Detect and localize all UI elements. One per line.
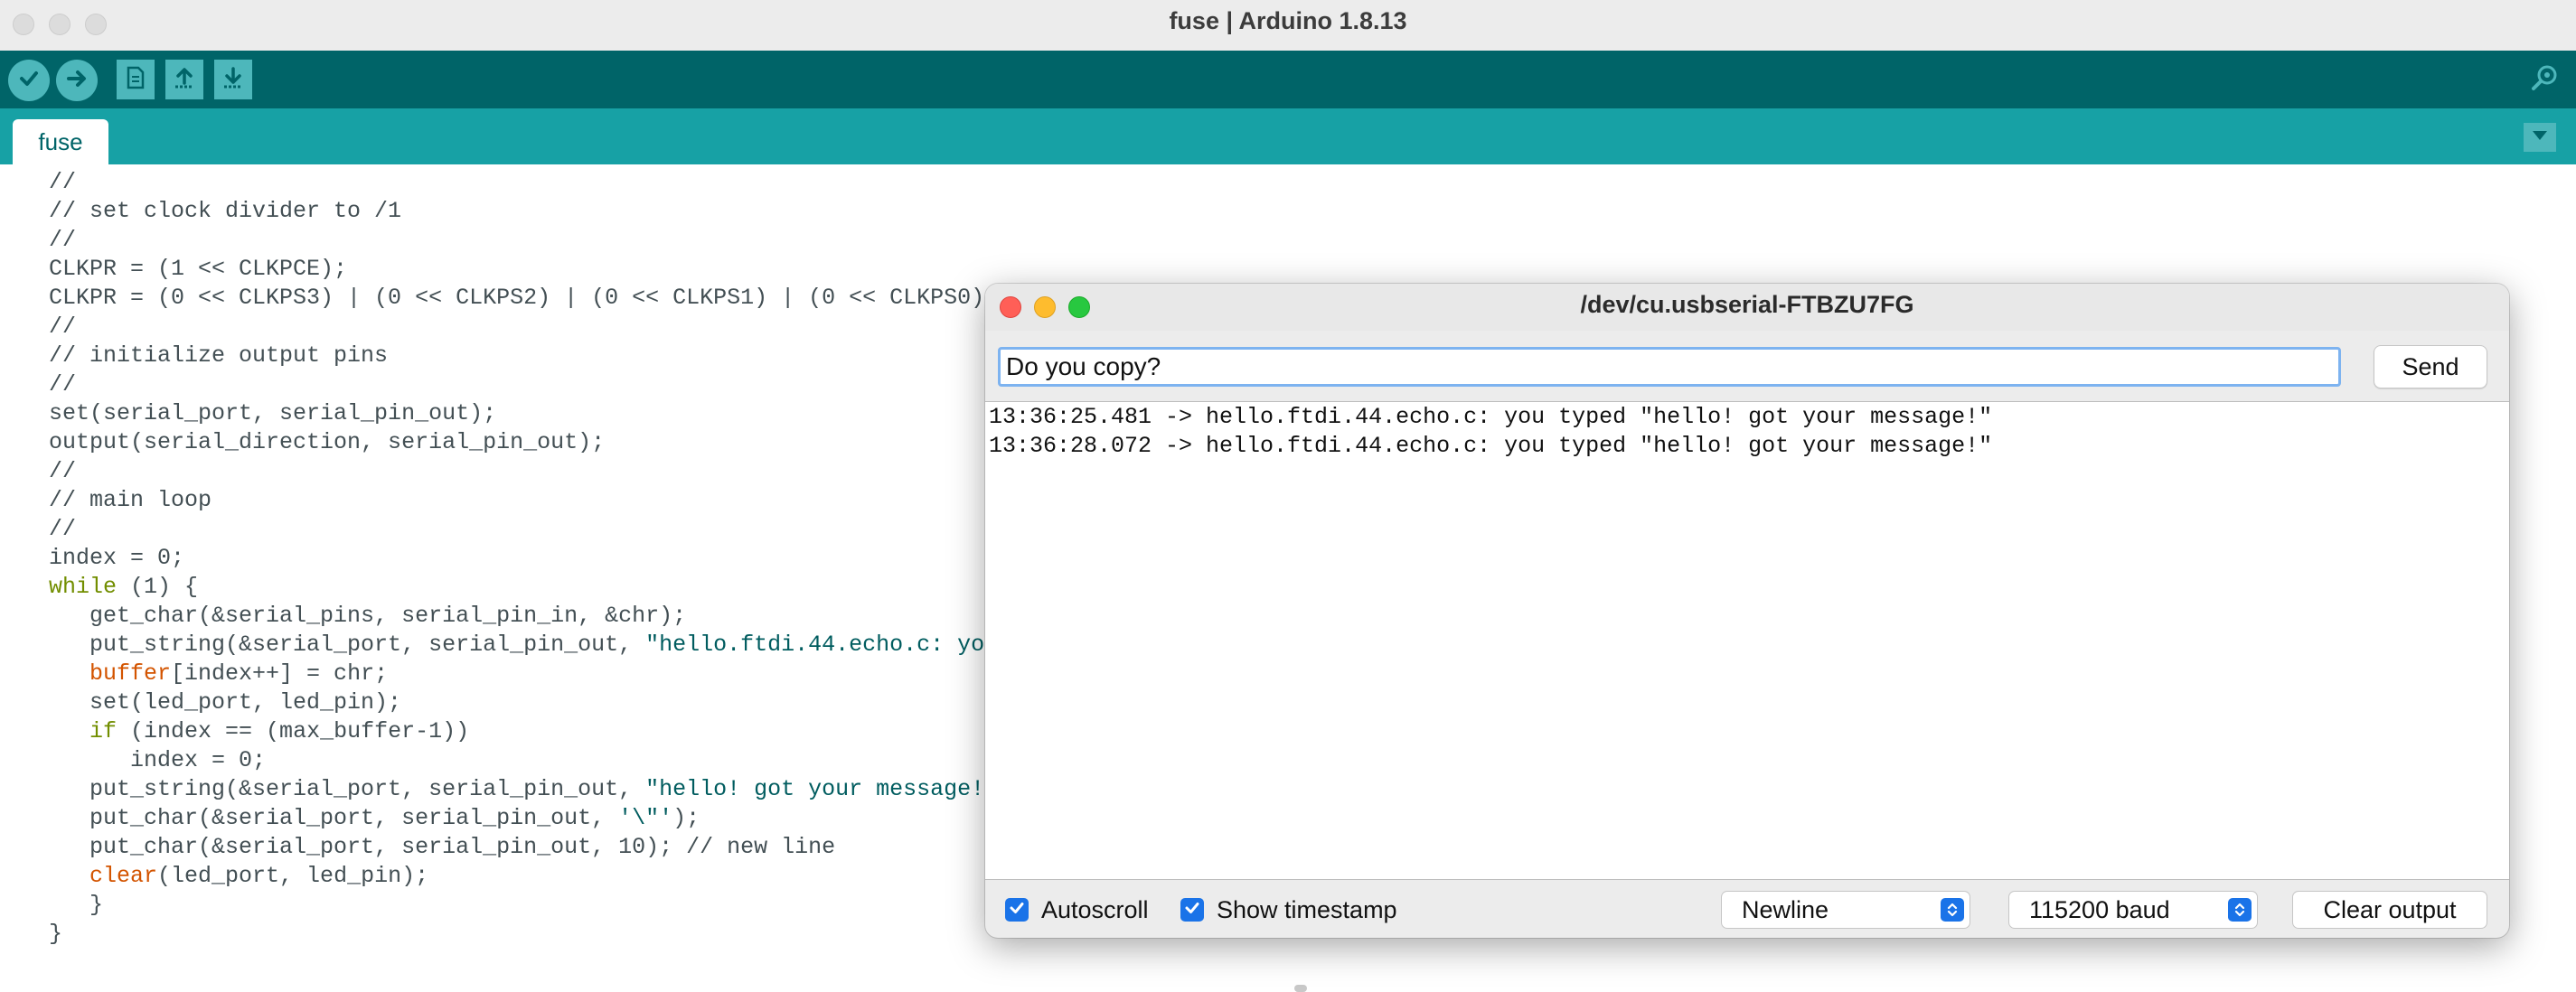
output-line: 13:36:25.481 -> hello.ftdi.44.echo.c: yo…	[989, 404, 1993, 430]
code-line: }	[49, 921, 63, 947]
code-line: //	[49, 169, 77, 195]
code-line: get_char(&serial_pins, serial_pin_in, &c…	[49, 603, 687, 629]
new-document-icon	[124, 65, 147, 95]
autoscroll-checkbox[interactable]	[1005, 898, 1029, 922]
serial-monitor-titlebar: /dev/cu.usbserial-FTBZU7FG	[985, 284, 2509, 331]
line-ending-select[interactable]: Newline	[1721, 891, 1970, 929]
checkmark-icon	[1009, 900, 1025, 921]
line-ending-value: Newline	[1742, 896, 1829, 923]
save-sketch-button[interactable]	[214, 60, 252, 99]
code-line: CLKPR = (0 << CLKPS3) | (0 << CLKPS2) | …	[49, 285, 999, 311]
clear-output-button[interactable]: Clear output	[2292, 891, 2487, 929]
code-line: if (index == (max_buffer-1))	[89, 718, 470, 744]
code-line: //	[49, 227, 77, 253]
code-line: index = 0;	[49, 545, 185, 571]
autoscroll-label: Autoscroll	[1041, 896, 1149, 923]
code-line: CLKPR = (1 << CLKPCE);	[49, 256, 348, 282]
send-button[interactable]: Send	[2374, 345, 2487, 388]
up-down-chevron-icon	[1941, 898, 1964, 922]
open-sketch-button[interactable]	[165, 60, 203, 99]
code-line: // main loop	[49, 487, 212, 513]
new-sketch-button[interactable]	[117, 60, 155, 99]
code-line: index = 0;	[49, 747, 267, 773]
serial-output-area[interactable]: 13:36:25.481 -> hello.ftdi.44.echo.c: yo…	[985, 401, 2509, 880]
code-line: //	[49, 516, 77, 542]
code-line: // set clock divider to /1	[49, 198, 402, 224]
checkmark-icon	[1184, 900, 1200, 921]
serial-monitor-button[interactable]	[2527, 61, 2563, 98]
serial-input-field[interactable]	[998, 347, 2341, 387]
code-line: buffer[index++] = chr;	[89, 660, 389, 687]
code-line: put_char(&serial_port, serial_pin_out, 1…	[49, 834, 836, 860]
code-line: output(serial_direction, serial_pin_out)…	[49, 429, 606, 455]
code-line: // initialize output pins	[49, 342, 389, 369]
editor-scrollbar[interactable]	[1294, 985, 1307, 992]
tab-bar: fuse	[0, 108, 2576, 164]
verify-button[interactable]	[8, 60, 50, 101]
code-line: set(led_port, led_pin);	[49, 689, 402, 716]
output-line: 13:36:28.072 -> hello.ftdi.44.echo.c: yo…	[989, 433, 1993, 459]
checkmark-icon	[17, 67, 41, 95]
save-arrow-down-icon	[221, 65, 246, 95]
baud-rate-value: 115200 baud	[2029, 896, 2170, 923]
baud-rate-select[interactable]: 115200 baud	[2008, 891, 2258, 929]
up-down-chevron-icon	[2228, 898, 2252, 922]
code-line: clear(led_port, led_pin);	[89, 863, 429, 889]
arrow-right-icon	[65, 67, 89, 95]
code-line: }	[49, 892, 104, 918]
window-title: fuse | Arduino 1.8.13	[1169, 7, 1407, 34]
code-line: //	[49, 371, 77, 398]
serial-monitor-window: /dev/cu.usbserial-FTBZU7FG Send 13:36:25…	[985, 284, 2509, 938]
code-line: //	[49, 314, 77, 340]
open-arrow-up-icon	[172, 65, 197, 95]
show-timestamp-label: Show timestamp	[1217, 896, 1397, 923]
serial-monitor-controls: Autoscroll Show timestamp Newline 115200…	[985, 880, 2509, 938]
code-line: //	[49, 458, 77, 484]
code-line: put_char(&serial_port, serial_pin_out, '…	[49, 805, 700, 831]
code-line: put_string(&serial_port, serial_pin_out,…	[49, 776, 1025, 802]
code-line: set(serial_port, serial_pin_out);	[49, 400, 497, 426]
toolbar	[0, 51, 2576, 108]
magnifier-icon	[2529, 61, 2562, 98]
code-line: while (1) {	[49, 574, 199, 600]
code-line: put_string(&serial_port, serial_pin_out,…	[49, 632, 1053, 658]
show-timestamp-checkbox[interactable]	[1180, 898, 1204, 922]
code-text: // // set clock divider to /1 // CLKPR = (1…	[49, 168, 1052, 949]
tab-menu-button[interactable]	[2524, 123, 2556, 152]
serial-monitor-title: /dev/cu.usbserial-FTBZU7FG	[1580, 291, 1914, 318]
triangle-down-icon	[2532, 129, 2548, 145]
window-titlebar: fuse | Arduino 1.8.13	[0, 0, 2576, 51]
upload-button[interactable]	[56, 60, 98, 101]
tab-fuse[interactable]: fuse	[13, 119, 108, 164]
